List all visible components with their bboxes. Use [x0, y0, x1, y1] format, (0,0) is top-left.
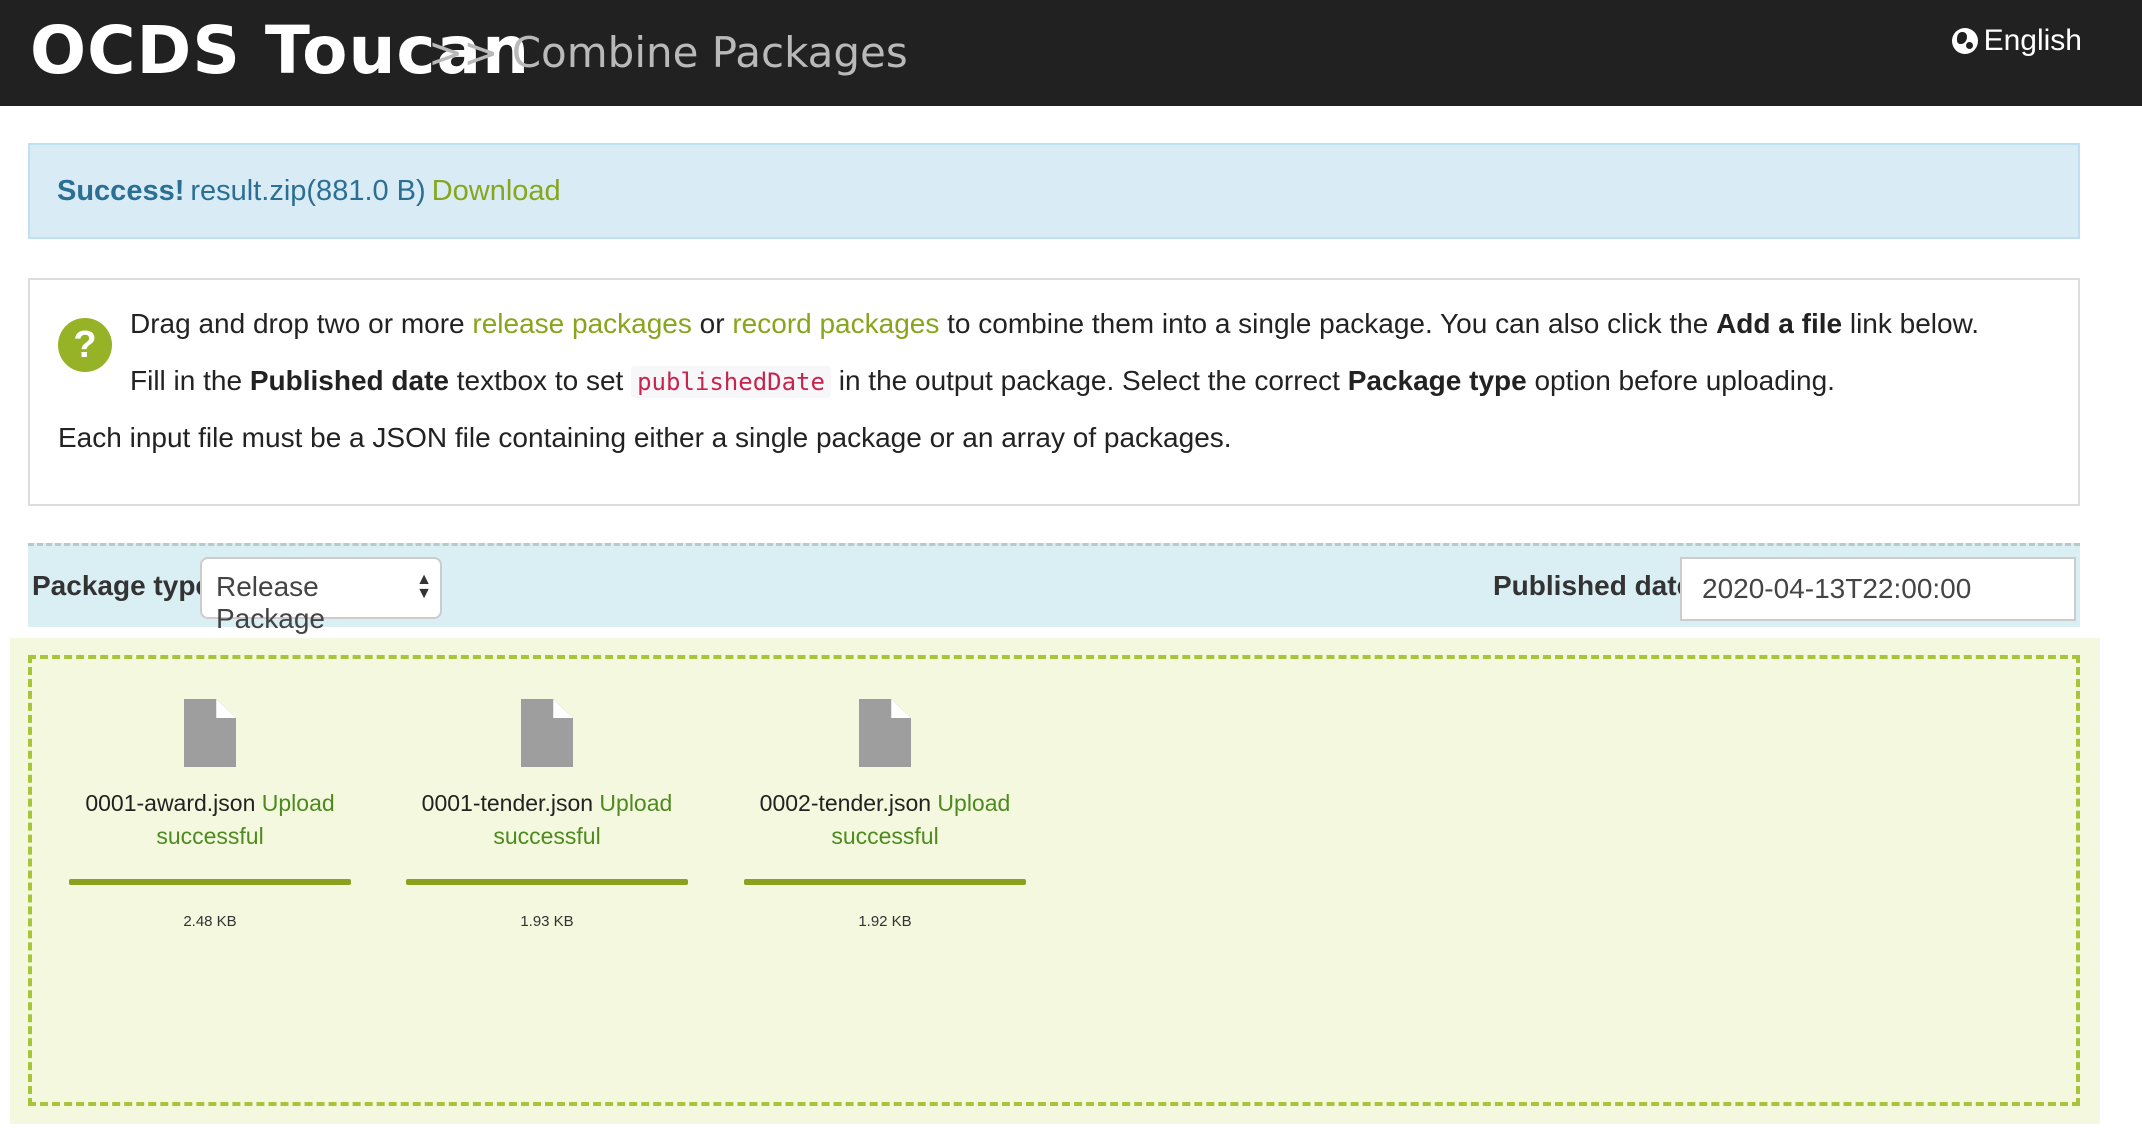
- upload-status: successful: [156, 823, 264, 849]
- globe-icon: [1951, 28, 1978, 54]
- upload-status: successful: [493, 823, 601, 849]
- upload-status: Upload: [937, 790, 1011, 816]
- file-name: 0002-tender.json Upload successful: [744, 787, 1026, 853]
- published-date-input[interactable]: [1680, 557, 2076, 621]
- alert-status: Success!: [57, 174, 185, 207]
- package-type-label: Package type:: [32, 570, 221, 601]
- upload-progress-bar: [406, 879, 688, 885]
- instruction-text: option before uploading.: [1526, 365, 1835, 396]
- record-packages-link[interactable]: record packages: [732, 308, 939, 339]
- file-icon: [184, 699, 236, 767]
- language-selector[interactable]: English: [1951, 24, 2082, 58]
- instruction-text: in the output package. Select the correc…: [830, 365, 1348, 396]
- file-name: 0001-tender.json Upload successful: [406, 787, 688, 853]
- upload-progress-bar: [744, 879, 1026, 885]
- upload-options-bar: Package type: Release Package ▲ ▼ Publish…: [28, 543, 2080, 634]
- instruction-text: Drag and drop two or more: [130, 308, 473, 339]
- file-name-text: 0002-tender.json: [759, 790, 932, 816]
- file-icon: [859, 699, 911, 767]
- instruction-line-3: Each input file must be a JSON file cont…: [58, 422, 1232, 453]
- package-type-value: Release Package: [216, 571, 325, 634]
- file-card: 0002-tender.json Upload successful 1.92 …: [744, 699, 1026, 930]
- file-dropzone[interactable]: 0001-award.json Upload successful 2.48 K…: [28, 655, 2080, 1106]
- file-name: 0001-award.json Upload successful: [69, 787, 351, 853]
- instruction-line-2: Fill in the Published date textbox to se…: [130, 365, 1835, 398]
- instruction-text: or: [691, 308, 733, 339]
- release-packages-link[interactable]: release packages: [472, 308, 691, 339]
- instructions-panel: ? Drag and drop two or more release pack…: [28, 278, 2080, 506]
- package-type-emphasis: Package type: [1347, 365, 1527, 396]
- published-date-code: publishedDate: [631, 366, 831, 398]
- success-alert: Success! result.zip(881.0 B) Download: [28, 143, 2080, 239]
- file-name-text: 0001-tender.json: [421, 790, 594, 816]
- alert-file-info: result.zip(881.0 B): [190, 174, 426, 207]
- published-date-label: Published date:: [1493, 570, 1702, 601]
- instruction-text: to combine them into a single package. Y…: [939, 308, 1717, 339]
- language-label: English: [1983, 24, 2082, 57]
- help-icon: ?: [58, 318, 112, 372]
- upload-status: Upload: [599, 790, 673, 816]
- published-date-emphasis: Published date: [249, 365, 449, 396]
- top-header: OCDS Toucan >> Combine Packages English: [0, 0, 2142, 106]
- package-type-select[interactable]: Release Package ▲ ▼: [200, 557, 442, 634]
- file-size: 1.93 KB: [520, 913, 574, 930]
- file-size: 2.48 KB: [183, 913, 237, 930]
- file-card: 0001-award.json Upload successful 2.48 K…: [69, 699, 351, 930]
- add-a-file-emphasis: Add a file: [1716, 308, 1843, 339]
- upload-status: successful: [831, 823, 939, 849]
- file-size: 1.92 KB: [858, 913, 912, 930]
- instruction-text: Fill in the: [130, 365, 250, 396]
- instruction-text: textbox to set: [448, 365, 632, 396]
- file-name-text: 0001-award.json: [85, 790, 256, 816]
- select-arrows-icon: ▲ ▼: [416, 571, 432, 602]
- upload-status: Upload: [261, 790, 335, 816]
- page-subtitle: >> Combine Packages: [428, 28, 908, 77]
- file-card: 0001-tender.json Upload successful 1.93 …: [406, 699, 688, 930]
- instruction-line-1: Drag and drop two or more release packag…: [130, 308, 1979, 340]
- upload-progress-bar: [69, 879, 351, 885]
- download-link[interactable]: Download: [432, 175, 561, 208]
- instruction-text: link below.: [1842, 308, 1980, 339]
- file-icon: [521, 699, 573, 767]
